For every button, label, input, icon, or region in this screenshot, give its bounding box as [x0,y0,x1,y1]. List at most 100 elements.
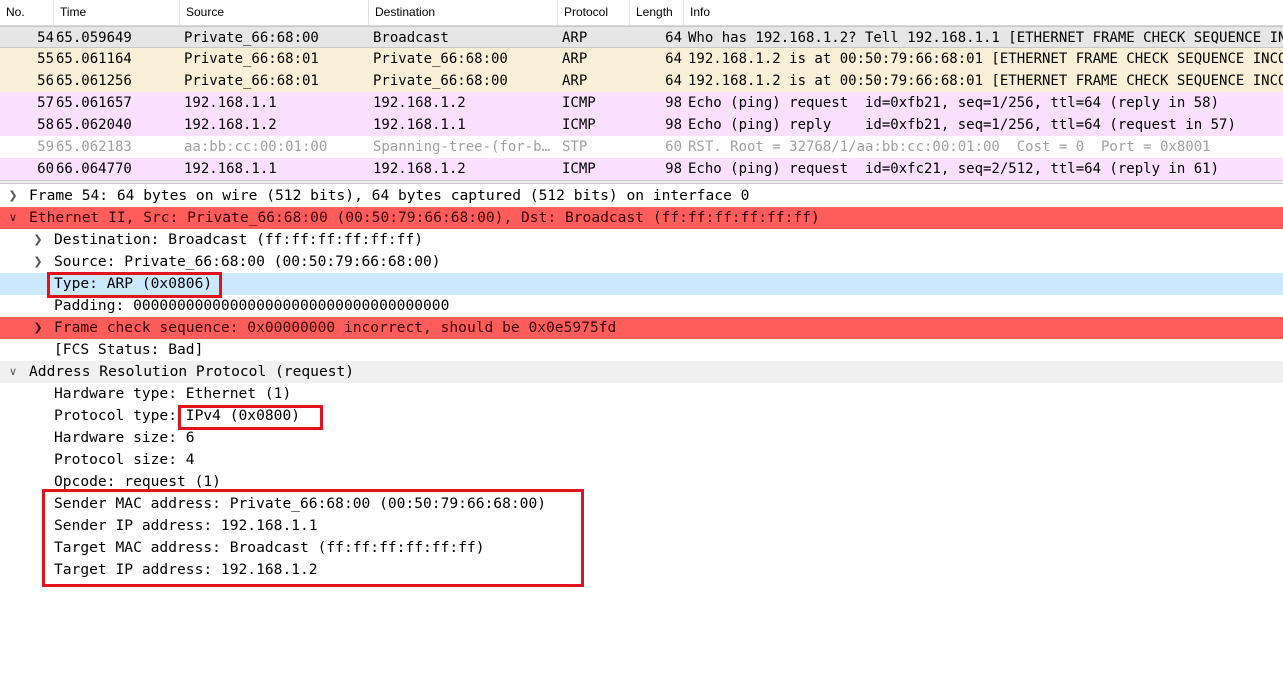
packet-row-56[interactable]: 56 65.061256 Private_66:68:01 Private_66… [0,70,1283,92]
packet-source: Private_66:68:01 [184,73,319,89]
chevron-right-icon[interactable]: ❯ [6,185,20,207]
tree-item-label: Target IP address: 192.168.1.2 [54,561,318,578]
column-header-info[interactable]: Info [684,0,1283,25]
tree-item-arp-hw-type[interactable]: Hardware type: Ethernet (1) [0,383,1283,405]
tree-item-label: Protocol type: IPv4 (0x0800) [54,407,301,424]
packet-row-55[interactable]: 55 65.061164 Private_66:68:01 Private_66… [0,48,1283,70]
packet-protocol: ICMP [562,161,596,177]
packet-info: RST. Root = 32768/1/aa:bb:cc:00:01:00 Co… [688,139,1211,155]
packet-source: Private_66:68:00 [184,30,319,46]
packet-no: 58 [37,117,54,133]
packet-row-60[interactable]: 60 66.064770 192.168.1.1 192.168.1.2 ICM… [0,158,1283,180]
tree-item-eth-padding[interactable]: Padding: 0000000000000000000000000000000… [0,295,1283,317]
tree-item-label: Opcode: request (1) [54,473,221,490]
packet-source: 192.168.1.2 [184,117,277,133]
packet-destination: 192.168.1.2 [373,95,466,111]
tree-item-arp-proto-size[interactable]: Protocol size: 4 [0,449,1283,471]
packet-protocol: ARP [562,30,588,46]
packet-protocol: ARP [562,51,588,67]
tree-item-label: [FCS Status: Bad] [54,341,204,358]
tree-item-label: Sender IP address: 192.168.1.1 [54,517,318,534]
packet-source: 192.168.1.1 [184,95,277,111]
packet-source: aa:bb:cc:00:01:00 [184,139,328,155]
packet-time: 65.061164 [56,51,132,67]
tree-item-arp-proto-type[interactable]: Protocol type: IPv4 (0x0800) [0,405,1283,427]
packet-time: 65.062183 [56,139,132,155]
tree-item-arp-opcode[interactable]: Opcode: request (1) [0,471,1283,493]
tree-item-eth-fcs[interactable]: ❯ Frame check sequence: 0x00000000 incor… [0,317,1283,339]
tree-item-label: Address Resolution Protocol (request) [29,363,355,380]
packet-destination: Spanning-tree-(for-bridges)_00 [373,139,553,155]
tree-item-label: Frame check sequence: 0x00000000 incorre… [54,319,617,336]
packet-no: 57 [37,95,54,111]
packet-row-59[interactable]: 59 65.062183 aa:bb:cc:00:01:00 Spanning-… [0,136,1283,158]
packet-destination: 192.168.1.1 [373,117,466,133]
packet-info: Who has 192.168.1.2? Tell 192.168.1.1 [E… [688,30,1283,46]
packet-no: 54 [37,30,54,46]
tree-item-frame[interactable]: ❯ Frame 54: 64 bytes on wire (512 bits),… [0,185,1283,207]
packet-protocol: ICMP [562,117,596,133]
packet-time: 65.062040 [56,117,132,133]
column-header-destination[interactable]: Destination [369,0,558,25]
tree-item-arp-sender-mac[interactable]: Sender MAC address: Private_66:68:00 (00… [0,493,1283,515]
tree-item-label: Source: Private_66:68:00 (00:50:79:66:68… [54,253,441,270]
tree-item-label: Destination: Broadcast (ff:ff:ff:ff:ff:f… [54,231,424,248]
packet-info: Echo (ping) reply id=0xfb21, seq=1/256, … [688,117,1236,133]
chevron-right-icon[interactable]: ❯ [31,229,45,251]
packet-time: 65.059649 [56,30,132,46]
tree-item-arp-hw-size[interactable]: Hardware size: 6 [0,427,1283,449]
packet-time: 65.061256 [56,73,132,89]
packet-row-57[interactable]: 57 65.061657 192.168.1.1 192.168.1.2 ICM… [0,92,1283,114]
tree-item-label: Target MAC address: Broadcast (ff:ff:ff:… [54,539,485,556]
tree-item-arp-target-mac[interactable]: Target MAC address: Broadcast (ff:ff:ff:… [0,537,1283,559]
tree-item-label: Hardware type: Ethernet (1) [54,385,292,402]
tree-item-eth-destination[interactable]: ❯ Destination: Broadcast (ff:ff:ff:ff:ff… [0,229,1283,251]
column-header-no[interactable]: No. [0,0,54,25]
column-header-length[interactable]: Length [630,0,684,25]
tree-item-arp[interactable]: ∨ Address Resolution Protocol (request) [0,361,1283,383]
tree-item-label: Type: ARP (0x0806) [54,275,213,292]
packet-list: No. Time Source Destination Protocol Len… [0,0,1283,180]
packet-destination: Private_66:68:00 [373,73,508,89]
column-header-source[interactable]: Source [180,0,369,25]
packet-time: 66.064770 [56,161,132,177]
tree-item-arp-sender-ip[interactable]: Sender IP address: 192.168.1.1 [0,515,1283,537]
packet-info: 192.168.1.2 is at 00:50:79:66:68:01 [ETH… [688,51,1283,67]
packet-row-58[interactable]: 58 65.062040 192.168.1.2 192.168.1.1 ICM… [0,114,1283,136]
packet-protocol: ARP [562,73,588,89]
packet-destination: Broadcast [373,30,449,46]
packet-info: Echo (ping) request id=0xfb21, seq=1/256… [688,95,1220,111]
packet-source: Private_66:68:01 [184,51,319,67]
chevron-down-icon[interactable]: ∨ [6,361,20,383]
packet-row-54[interactable]: 54 65.059649 Private_66:68:00 Broadcast … [0,26,1283,48]
pane-splitter[interactable] [0,180,1283,184]
packet-protocol: ICMP [562,95,596,111]
packet-no: 60 [37,161,54,177]
chevron-down-icon[interactable]: ∨ [6,207,20,229]
packet-no: 55 [37,51,54,67]
tree-item-label: Sender MAC address: Private_66:68:00 (00… [54,495,547,512]
chevron-right-icon[interactable]: ❯ [31,251,45,273]
packet-protocol: STP [562,139,588,155]
column-header-protocol[interactable]: Protocol [558,0,630,25]
packet-no: 59 [37,139,54,155]
tree-item-fcs-status[interactable]: [FCS Status: Bad] [0,339,1283,361]
column-header-time[interactable]: Time [54,0,180,25]
tree-item-arp-target-ip[interactable]: Target IP address: 192.168.1.2 [0,559,1283,581]
tree-item-label: Padding: 0000000000000000000000000000000… [54,297,450,314]
tree-item-eth-source[interactable]: ❯ Source: Private_66:68:00 (00:50:79:66:… [0,251,1283,273]
tree-item-label: Frame 54: 64 bytes on wire (512 bits), 6… [29,187,750,204]
tree-item-eth-type[interactable]: Type: ARP (0x0806) [0,273,1283,295]
packet-time: 65.061657 [56,95,132,111]
tree-item-label: Hardware size: 6 [54,429,195,446]
packet-length: 60 [665,139,682,155]
packet-length: 98 [665,95,682,111]
packet-length: 64 [665,73,682,89]
packet-length: 98 [665,117,682,133]
packet-no: 56 [37,73,54,89]
chevron-right-icon[interactable]: ❯ [31,317,45,339]
packet-source: 192.168.1.1 [184,161,277,177]
packet-details-tree: ❯ Frame 54: 64 bytes on wire (512 bits),… [0,185,1283,684]
packet-length: 64 [665,30,682,46]
tree-item-ethernet[interactable]: ∨ Ethernet II, Src: Private_66:68:00 (00… [0,207,1283,229]
